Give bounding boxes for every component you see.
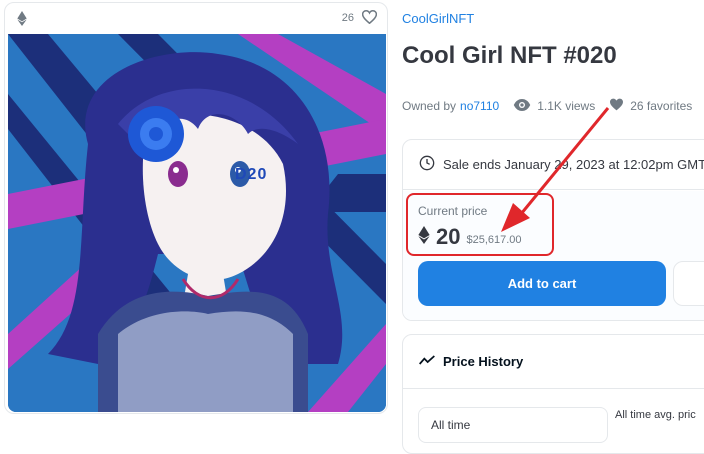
nft-artwork-image: D20	[8, 34, 386, 412]
views-count: 1.1K views	[537, 99, 596, 113]
sale-end-text: Sale ends January 29, 2023 at 12:02pm GM…	[443, 157, 704, 172]
nft-image-card: 26 D20	[4, 2, 388, 414]
heart-icon	[609, 98, 624, 114]
add-to-cart-button[interactable]: Add to cart	[418, 261, 666, 306]
nft-meta-row: Owned by no7110 1.1K views 26 favorites	[402, 98, 692, 114]
price-history-header[interactable]: Price History	[403, 335, 704, 389]
favorite-count: 26	[341, 12, 354, 24]
highlight-box	[406, 193, 554, 256]
page-title: Cool Girl NFT #020	[402, 42, 617, 69]
eye-icon	[513, 98, 531, 114]
owned-by-label: Owned by	[402, 99, 457, 113]
sale-end-row: Sale ends January 29, 2023 at 12:02pm GM…	[403, 140, 704, 190]
nft-card-header: 26	[5, 3, 387, 33]
avg-price-label: All time avg. pric	[615, 409, 696, 421]
clock-icon	[419, 155, 435, 174]
views-stat: 1.1K views	[513, 98, 596, 114]
price-history-title: Price History	[443, 354, 524, 369]
trend-line-icon	[419, 354, 435, 369]
ethereum-chain-icon	[17, 10, 27, 26]
price-history-panel: Price History All time All time avg. pri…	[402, 334, 704, 454]
owner-link[interactable]: no7110	[460, 99, 499, 113]
favorites-stat[interactable]: 26 favorites	[609, 98, 692, 114]
favorites-count: 26 favorites	[630, 99, 693, 113]
nft-number-badge: D20	[235, 166, 268, 183]
heart-outline-icon[interactable]	[361, 9, 378, 27]
favorite-control[interactable]: 26	[341, 9, 378, 27]
secondary-action-button[interactable]	[673, 261, 704, 306]
collection-link[interactable]: CoolGirlNFT	[402, 11, 474, 26]
time-range-value: All time	[431, 418, 471, 432]
time-range-select[interactable]: All time	[418, 407, 608, 443]
